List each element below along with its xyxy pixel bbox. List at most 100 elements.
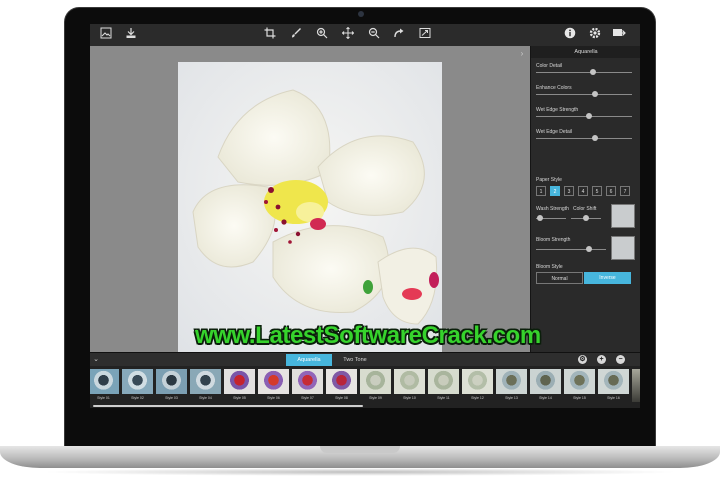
wash-strength-label: Wash Strength	[536, 206, 569, 212]
paper-style-7[interactable]: 7	[620, 186, 630, 196]
style-thumbnail[interactable]: Style 13	[496, 369, 527, 402]
import-icon[interactable]	[123, 27, 139, 43]
style-thumbnail[interactable]: Style 07	[292, 369, 323, 402]
color-detail-slider[interactable]	[536, 69, 632, 75]
style-preview-image	[496, 369, 527, 394]
settings-icon[interactable]	[587, 27, 603, 43]
style-label: Style 11	[437, 396, 450, 400]
bloom-preview-thumb[interactable]	[611, 236, 635, 260]
style-thumbnail[interactable]: Style 04	[190, 369, 221, 402]
add-style-icon[interactable]: +	[597, 355, 606, 364]
style-thumbnail[interactable]: Style 15	[564, 369, 595, 402]
slider-knob[interactable]	[585, 246, 592, 252]
style-preview-image	[530, 369, 561, 394]
style-thumbnail[interactable]: Style 01	[90, 369, 119, 402]
wet-edge-strength-label: Wet Edge Strength	[536, 107, 579, 113]
style-preview-image	[90, 369, 119, 394]
crop-icon[interactable]	[262, 27, 278, 43]
paper-style-5[interactable]: 5	[592, 186, 602, 196]
enhance-colors-slider[interactable]	[536, 91, 632, 97]
paper-style-4[interactable]: 4	[578, 186, 588, 196]
style-preview-image	[428, 369, 459, 394]
app-window: Aquarella › Color Detail Enhance Colors …	[90, 24, 640, 408]
style-label: Style 06	[267, 396, 280, 400]
color-detail-label: Color Detail	[536, 63, 563, 69]
style-tabs-bar: ⌄ Aquarella Two Tone ⚙ + −	[90, 352, 640, 367]
style-preview-image	[462, 369, 493, 394]
style-preview-image	[258, 369, 289, 394]
filmstrip-scrollbar[interactable]	[93, 405, 363, 407]
webcam	[358, 11, 364, 17]
bloom-strength-label: Bloom Strength	[536, 237, 571, 243]
style-thumbnail[interactable]: Style 06	[258, 369, 289, 402]
bloom-style-inverse[interactable]: Inverse	[584, 272, 631, 284]
paper-style-3[interactable]: 3	[564, 186, 574, 196]
image-icon[interactable]	[98, 27, 114, 43]
style-label: Style 02	[131, 396, 144, 400]
tab-two-tone[interactable]: Two Tone	[332, 354, 378, 366]
slider-knob[interactable]	[536, 215, 543, 221]
wash-preview-thumb[interactable]	[611, 204, 635, 228]
style-thumbnail[interactable]: Style 05	[224, 369, 255, 402]
style-thumbnail[interactable]: Style 02	[122, 369, 153, 402]
style-thumbnail[interactable]: Style 10	[394, 369, 425, 402]
move-icon[interactable]	[340, 26, 356, 43]
style-label: Style 03	[165, 396, 178, 400]
tab-aquarella[interactable]: Aquarella	[286, 354, 332, 366]
toolbar	[90, 24, 640, 47]
style-label: Style 10	[403, 396, 416, 400]
laptop-notch	[320, 446, 400, 453]
random-style-icon[interactable]: ⚙	[578, 355, 587, 364]
style-thumbnail[interactable]: Style 09	[360, 369, 391, 402]
canvas-area[interactable]	[90, 46, 530, 352]
remove-style-icon[interactable]: −	[616, 355, 625, 364]
style-label: Style 05	[233, 396, 246, 400]
bloom-style-normal[interactable]: Normal	[536, 272, 583, 284]
paper-style-label: Paper Style	[536, 177, 562, 183]
style-thumbnail[interactable]: Style 11	[428, 369, 459, 402]
aquarella-panel: Aquarella › Color Detail Enhance Colors …	[521, 46, 640, 352]
chevron-right-icon[interactable]: ›	[517, 46, 527, 62]
redo-icon[interactable]	[391, 27, 407, 43]
enhance-colors-label: Enhance Colors	[536, 85, 572, 91]
style-preview-image	[156, 369, 187, 394]
style-thumbnail[interactable]: Style 12	[462, 369, 493, 402]
style-preview-image	[326, 369, 357, 394]
color-shift-slider[interactable]	[571, 215, 601, 221]
style-thumbnail[interactable]: Style 16	[598, 369, 629, 402]
panel-title: Aquarella	[531, 46, 640, 58]
style-filmstrip: Style 01 Style 02 Style 03 Style 04 Style 05…	[90, 366, 640, 408]
style-preview-image	[564, 369, 595, 394]
slider-knob[interactable]	[585, 113, 592, 119]
share-icon[interactable]	[611, 27, 627, 43]
zoom-out-icon[interactable]	[366, 27, 382, 43]
slider-knob[interactable]	[591, 135, 598, 141]
style-thumbnail-partial[interactable]	[632, 369, 640, 402]
zoom-in-icon[interactable]	[314, 27, 330, 43]
slider-knob[interactable]	[591, 91, 598, 97]
slider-knob[interactable]	[590, 69, 596, 75]
wet-edge-strength-slider[interactable]	[536, 113, 632, 119]
wet-edge-detail-slider[interactable]	[536, 135, 632, 141]
style-label: Style 01	[97, 396, 110, 400]
style-label: Style 09	[369, 396, 382, 400]
style-label: Style 14	[539, 396, 552, 400]
paper-style-1[interactable]: 1	[536, 186, 546, 196]
bloom-strength-slider[interactable]	[536, 246, 606, 252]
style-preview-image	[360, 369, 391, 394]
paper-style-2[interactable]: 2	[550, 186, 560, 196]
style-label: Style 04	[199, 396, 212, 400]
info-icon[interactable]	[562, 27, 578, 43]
style-label: Style 16	[607, 396, 620, 400]
style-thumbnail[interactable]: Style 03	[156, 369, 187, 402]
brush-icon[interactable]	[288, 27, 304, 43]
photo-canvas[interactable]	[178, 62, 442, 352]
style-thumbnail[interactable]: Style 08	[326, 369, 357, 402]
wash-strength-slider[interactable]	[536, 215, 566, 221]
watermark-text: www.LatestSoftwareCrack.com	[195, 322, 541, 349]
fit-icon[interactable]	[417, 27, 433, 43]
slider-knob[interactable]	[583, 215, 589, 221]
style-thumbnail[interactable]: Style 14	[530, 369, 561, 402]
paper-style-6[interactable]: 6	[606, 186, 616, 196]
bloom-style-label: Bloom Style	[536, 264, 563, 270]
